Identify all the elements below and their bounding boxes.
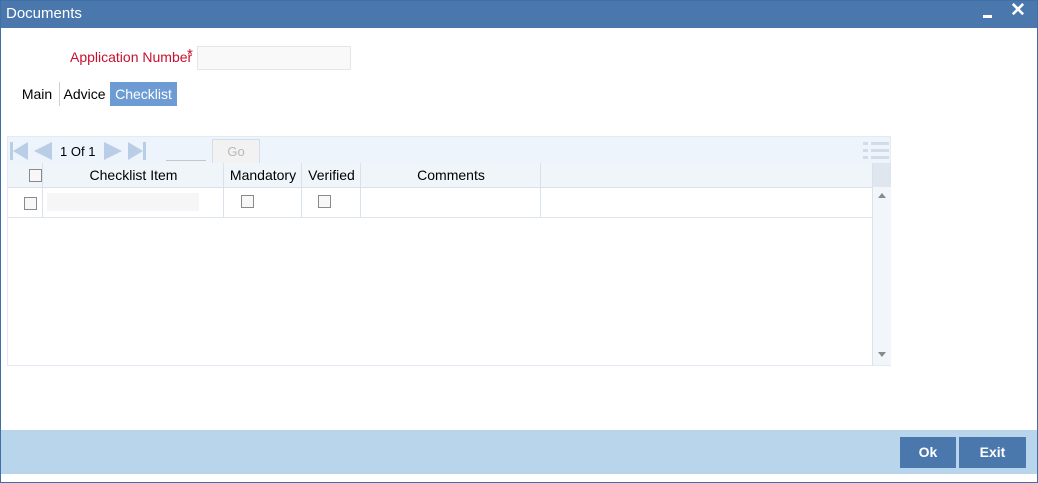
goto-page-input[interactable] — [166, 142, 206, 161]
grid-header-row: Checklist Item Mandatory Verified Commen… — [8, 163, 890, 188]
column-header-checklist-item[interactable]: Checklist Item — [42, 163, 224, 187]
column-header-filler — [540, 163, 873, 187]
page-indicator: 1 Of 1 — [60, 144, 95, 159]
window-title: Documents — [6, 5, 82, 22]
total-pages: 1 — [88, 144, 96, 159]
close-icon[interactable]: ✕ — [1009, 1, 1027, 22]
current-page: 1 — [60, 144, 68, 159]
checklist-grid: 1 Of 1 Go Checklist Item Mandatory Verif… — [7, 136, 891, 366]
documents-window: Documents ✕ Application Number * Main Ad… — [0, 0, 1038, 483]
of-label: Of — [70, 144, 85, 159]
verified-checkbox[interactable] — [318, 195, 331, 208]
table-row — [8, 188, 872, 218]
required-marker: * — [187, 46, 193, 63]
minimize-icon[interactable] — [981, 3, 995, 23]
mandatory-cell — [223, 188, 302, 217]
ok-button[interactable]: Ok — [900, 437, 956, 468]
scroll-down-icon[interactable] — [878, 352, 886, 357]
column-header-verified[interactable]: Verified — [301, 163, 361, 187]
select-all-checkbox[interactable] — [29, 169, 42, 182]
checklist-item-input[interactable] — [47, 193, 199, 211]
checklist-item-cell — [42, 188, 224, 217]
last-page-icon[interactable] — [128, 142, 148, 160]
row-select-checkbox[interactable] — [24, 197, 37, 210]
scrollbar-header-block — [873, 163, 891, 187]
exit-button[interactable]: Exit — [959, 437, 1026, 468]
next-page-icon[interactable] — [104, 142, 124, 160]
filler-cell — [540, 188, 873, 217]
previous-page-icon[interactable] — [34, 142, 54, 160]
title-bar: Documents ✕ — [1, 1, 1037, 28]
first-page-icon[interactable] — [10, 142, 30, 160]
mandatory-checkbox[interactable] — [241, 195, 254, 208]
application-number-input[interactable] — [197, 46, 351, 70]
comments-input[interactable] — [363, 193, 537, 211]
row-select-cell — [8, 188, 42, 217]
go-button[interactable]: Go — [212, 139, 260, 164]
comments-cell — [360, 188, 541, 217]
verified-cell — [301, 188, 361, 217]
column-header-comments[interactable]: Comments — [360, 163, 541, 187]
grid-navigation-bar: 1 Of 1 Go — [8, 137, 890, 164]
select-all-cell — [8, 163, 42, 187]
application-number-label: Application Number — [70, 49, 193, 65]
footer-bar: Ok Exit — [1, 430, 1037, 474]
tab-checklist[interactable]: Checklist — [110, 82, 177, 106]
column-header-mandatory[interactable]: Mandatory — [223, 163, 302, 187]
list-view-icon[interactable] — [863, 140, 889, 160]
tab-advice[interactable]: Advice — [59, 82, 109, 106]
tab-main[interactable]: Main — [17, 82, 57, 106]
scroll-up-icon[interactable] — [878, 193, 886, 198]
grid-scrollbar[interactable] — [872, 163, 891, 365]
